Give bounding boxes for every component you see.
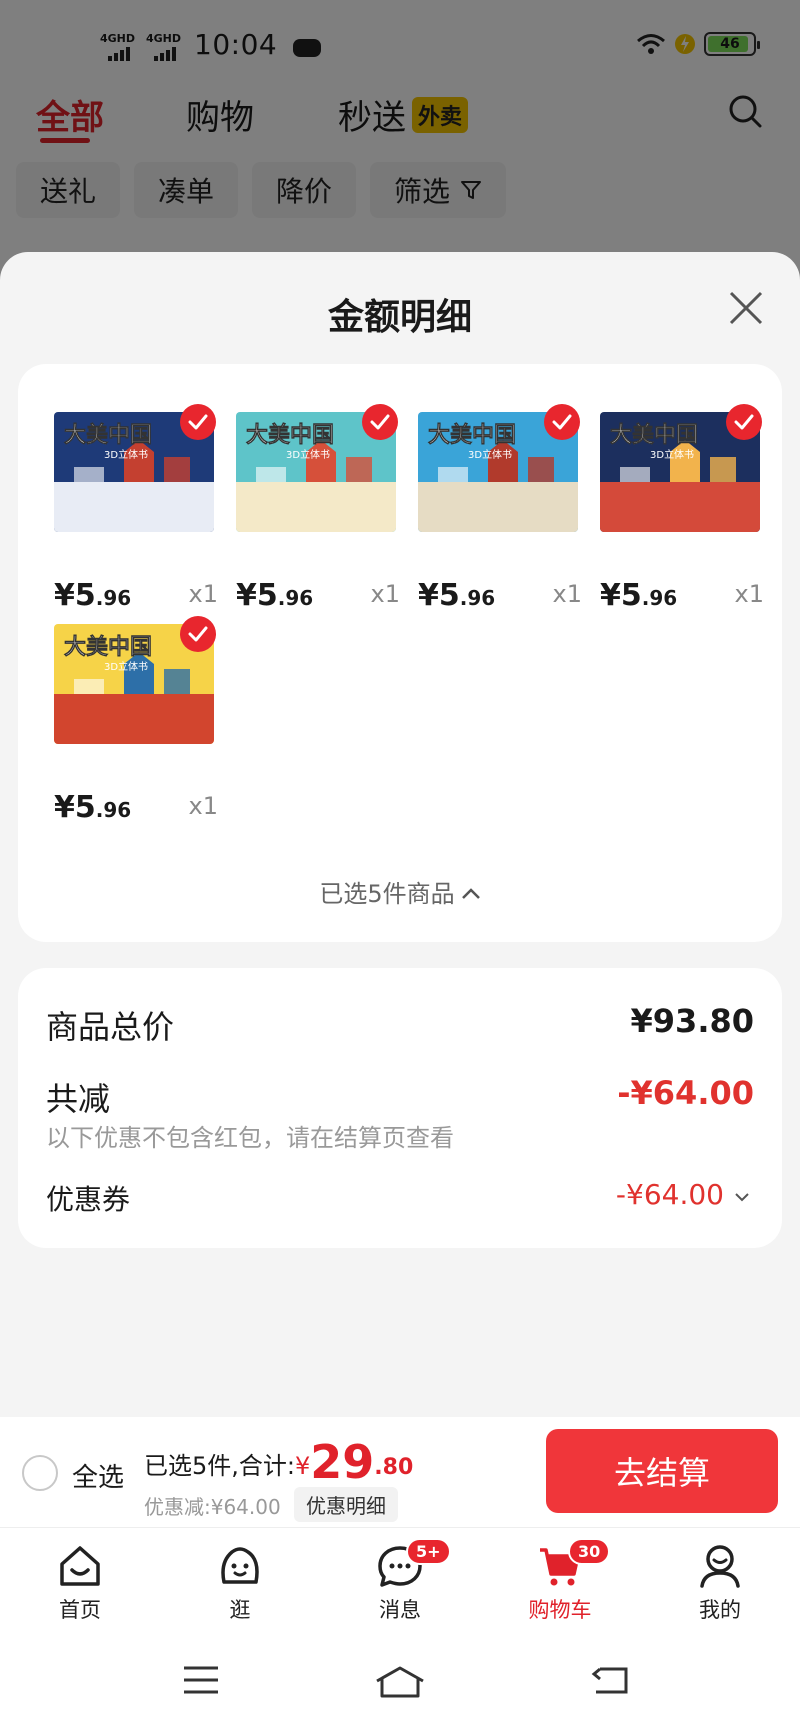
price-integer: ¥5 [54, 790, 96, 825]
price-decimal: .96 [277, 586, 314, 610]
total-price-row: 商品总价 ¥93.80 [46, 1002, 754, 1046]
nav-label: 逛 [229, 1598, 251, 1622]
product-quantity: x1 [188, 792, 218, 820]
total-price-value: ¥93.80 [630, 1002, 754, 1040]
product-price: ¥5.96 [418, 578, 495, 613]
total-price-label: 商品总价 [46, 1008, 175, 1046]
nav-label: 我的 [699, 1598, 741, 1622]
product-quantity: x1 [370, 580, 400, 608]
checkmark-icon[interactable] [180, 404, 216, 440]
product-card: 大美中国 3D立体书 ¥5.96 x1 大美中国 3D立体书 ¥5.96 x1 大美中国 3D立体… [18, 364, 782, 942]
chevron-up-icon [461, 888, 480, 899]
sheet-title: 金额明细 [327, 297, 472, 338]
price-summary-card: 商品总价 ¥93.80 共减 -¥64.00 以下优惠不包含红包，请在结算页查看… [18, 968, 782, 1248]
back-icon[interactable] [590, 1665, 630, 1695]
cover-title: 大美中国 [246, 422, 334, 448]
cover-subtitle: 3D立体书 [286, 448, 330, 461]
reduction-value: -¥64.00 [617, 1074, 754, 1112]
selected-count-label: 已选5件商品 [319, 880, 455, 908]
chevron-down-icon [735, 1193, 749, 1202]
price-decimal: .96 [95, 586, 132, 610]
cover-title: 大美中国 [428, 422, 516, 448]
nav-label: 首页 [59, 1598, 101, 1622]
product-quantity: x1 [188, 580, 218, 608]
checkmark-icon[interactable] [180, 616, 216, 652]
coupon-label: 优惠券 [46, 1183, 131, 1216]
amount-detail-sheet: 金额明细 大美中国 3D立体书 ¥5.96 x1 大美中国 3D立体书 ¥5.96 x1 大美中… [0, 252, 800, 1417]
nav-profile[interactable]: 我的 [660, 1542, 780, 1624]
total-currency: ¥ [294, 1452, 311, 1480]
coupon-value: -¥64.00 [615, 1178, 724, 1211]
total-summary: 已选5件,合计:¥29.80 [144, 1435, 413, 1489]
menu-icon[interactable] [182, 1665, 220, 1695]
total-amount: 29 [310, 1435, 375, 1489]
nav-label: 消息 [379, 1598, 421, 1622]
discount-detail-button[interactable]: 优惠明细 [294, 1487, 398, 1522]
product-price: ¥5.96 [600, 578, 677, 613]
checkmark-icon[interactable] [544, 404, 580, 440]
price-integer: ¥5 [418, 578, 460, 613]
product-quantity: x1 [552, 580, 582, 608]
cover-title: 大美中国 [64, 634, 152, 660]
total-decimal: .80 [374, 1455, 414, 1480]
face-icon [221, 1547, 259, 1584]
bottom-nav: 首页 逛 5+ 消息 30 购物车 我的 [0, 1527, 800, 1639]
price-decimal: .96 [641, 586, 678, 610]
reduction-label: 共减 [46, 1080, 111, 1118]
cover-subtitle: 3D立体书 [104, 448, 148, 461]
checkout-button[interactable]: 去结算 [546, 1429, 778, 1513]
price-integer: ¥5 [600, 578, 642, 613]
product-price: ¥5.96 [54, 578, 131, 613]
cover-subtitle: 3D立体书 [468, 448, 512, 461]
cover-subtitle: 3D立体书 [650, 448, 694, 461]
home-icon [60, 1546, 100, 1586]
home-button-icon[interactable] [374, 1665, 426, 1699]
price-integer: ¥5 [54, 578, 96, 613]
close-icon[interactable] [728, 290, 764, 326]
nav-browse[interactable]: 逛 [180, 1542, 300, 1624]
cart-badge: 30 [568, 1538, 611, 1565]
system-nav-bar [0, 1639, 800, 1733]
total-prefix: 已选5件,合计: [144, 1452, 295, 1480]
select-all-radio[interactable] [22, 1455, 58, 1491]
nav-label: 购物车 [528, 1598, 592, 1622]
selected-items-toggle[interactable]: 已选5件商品 [18, 874, 782, 909]
price-decimal: .96 [95, 798, 132, 822]
coupon-row[interactable]: 优惠券 -¥64.00 [46, 1178, 754, 1218]
message-badge: 5+ [406, 1538, 451, 1565]
product-price: ¥5.96 [236, 578, 313, 613]
cover-subtitle: 3D立体书 [104, 660, 148, 673]
checkmark-icon[interactable] [726, 404, 762, 440]
price-integer: ¥5 [236, 578, 278, 613]
price-decimal: .96 [459, 586, 496, 610]
product-quantity: x1 [734, 580, 764, 608]
product-price: ¥5.96 [54, 790, 131, 825]
nav-home[interactable]: 首页 [20, 1542, 140, 1624]
reduction-row: 共减 -¥64.00 [46, 1074, 754, 1118]
nav-messages[interactable]: 5+ 消息 [340, 1538, 460, 1624]
discount-summary: 优惠减:¥64.00 [144, 1495, 281, 1519]
reduction-note: 以下优惠不包含红包，请在结算页查看 [46, 1124, 454, 1152]
checkmark-icon[interactable] [362, 404, 398, 440]
nav-cart[interactable]: 30 购物车 [500, 1538, 620, 1624]
profile-icon [700, 1545, 740, 1588]
select-all-label[interactable]: 全选 [72, 1457, 124, 1494]
checkout-bar: 全选 已选5件,合计:¥29.80 优惠减:¥64.00 优惠明细 去结算 [0, 1417, 800, 1527]
cover-title: 大美中国 [64, 422, 152, 448]
cover-title: 大美中国 [610, 422, 698, 448]
